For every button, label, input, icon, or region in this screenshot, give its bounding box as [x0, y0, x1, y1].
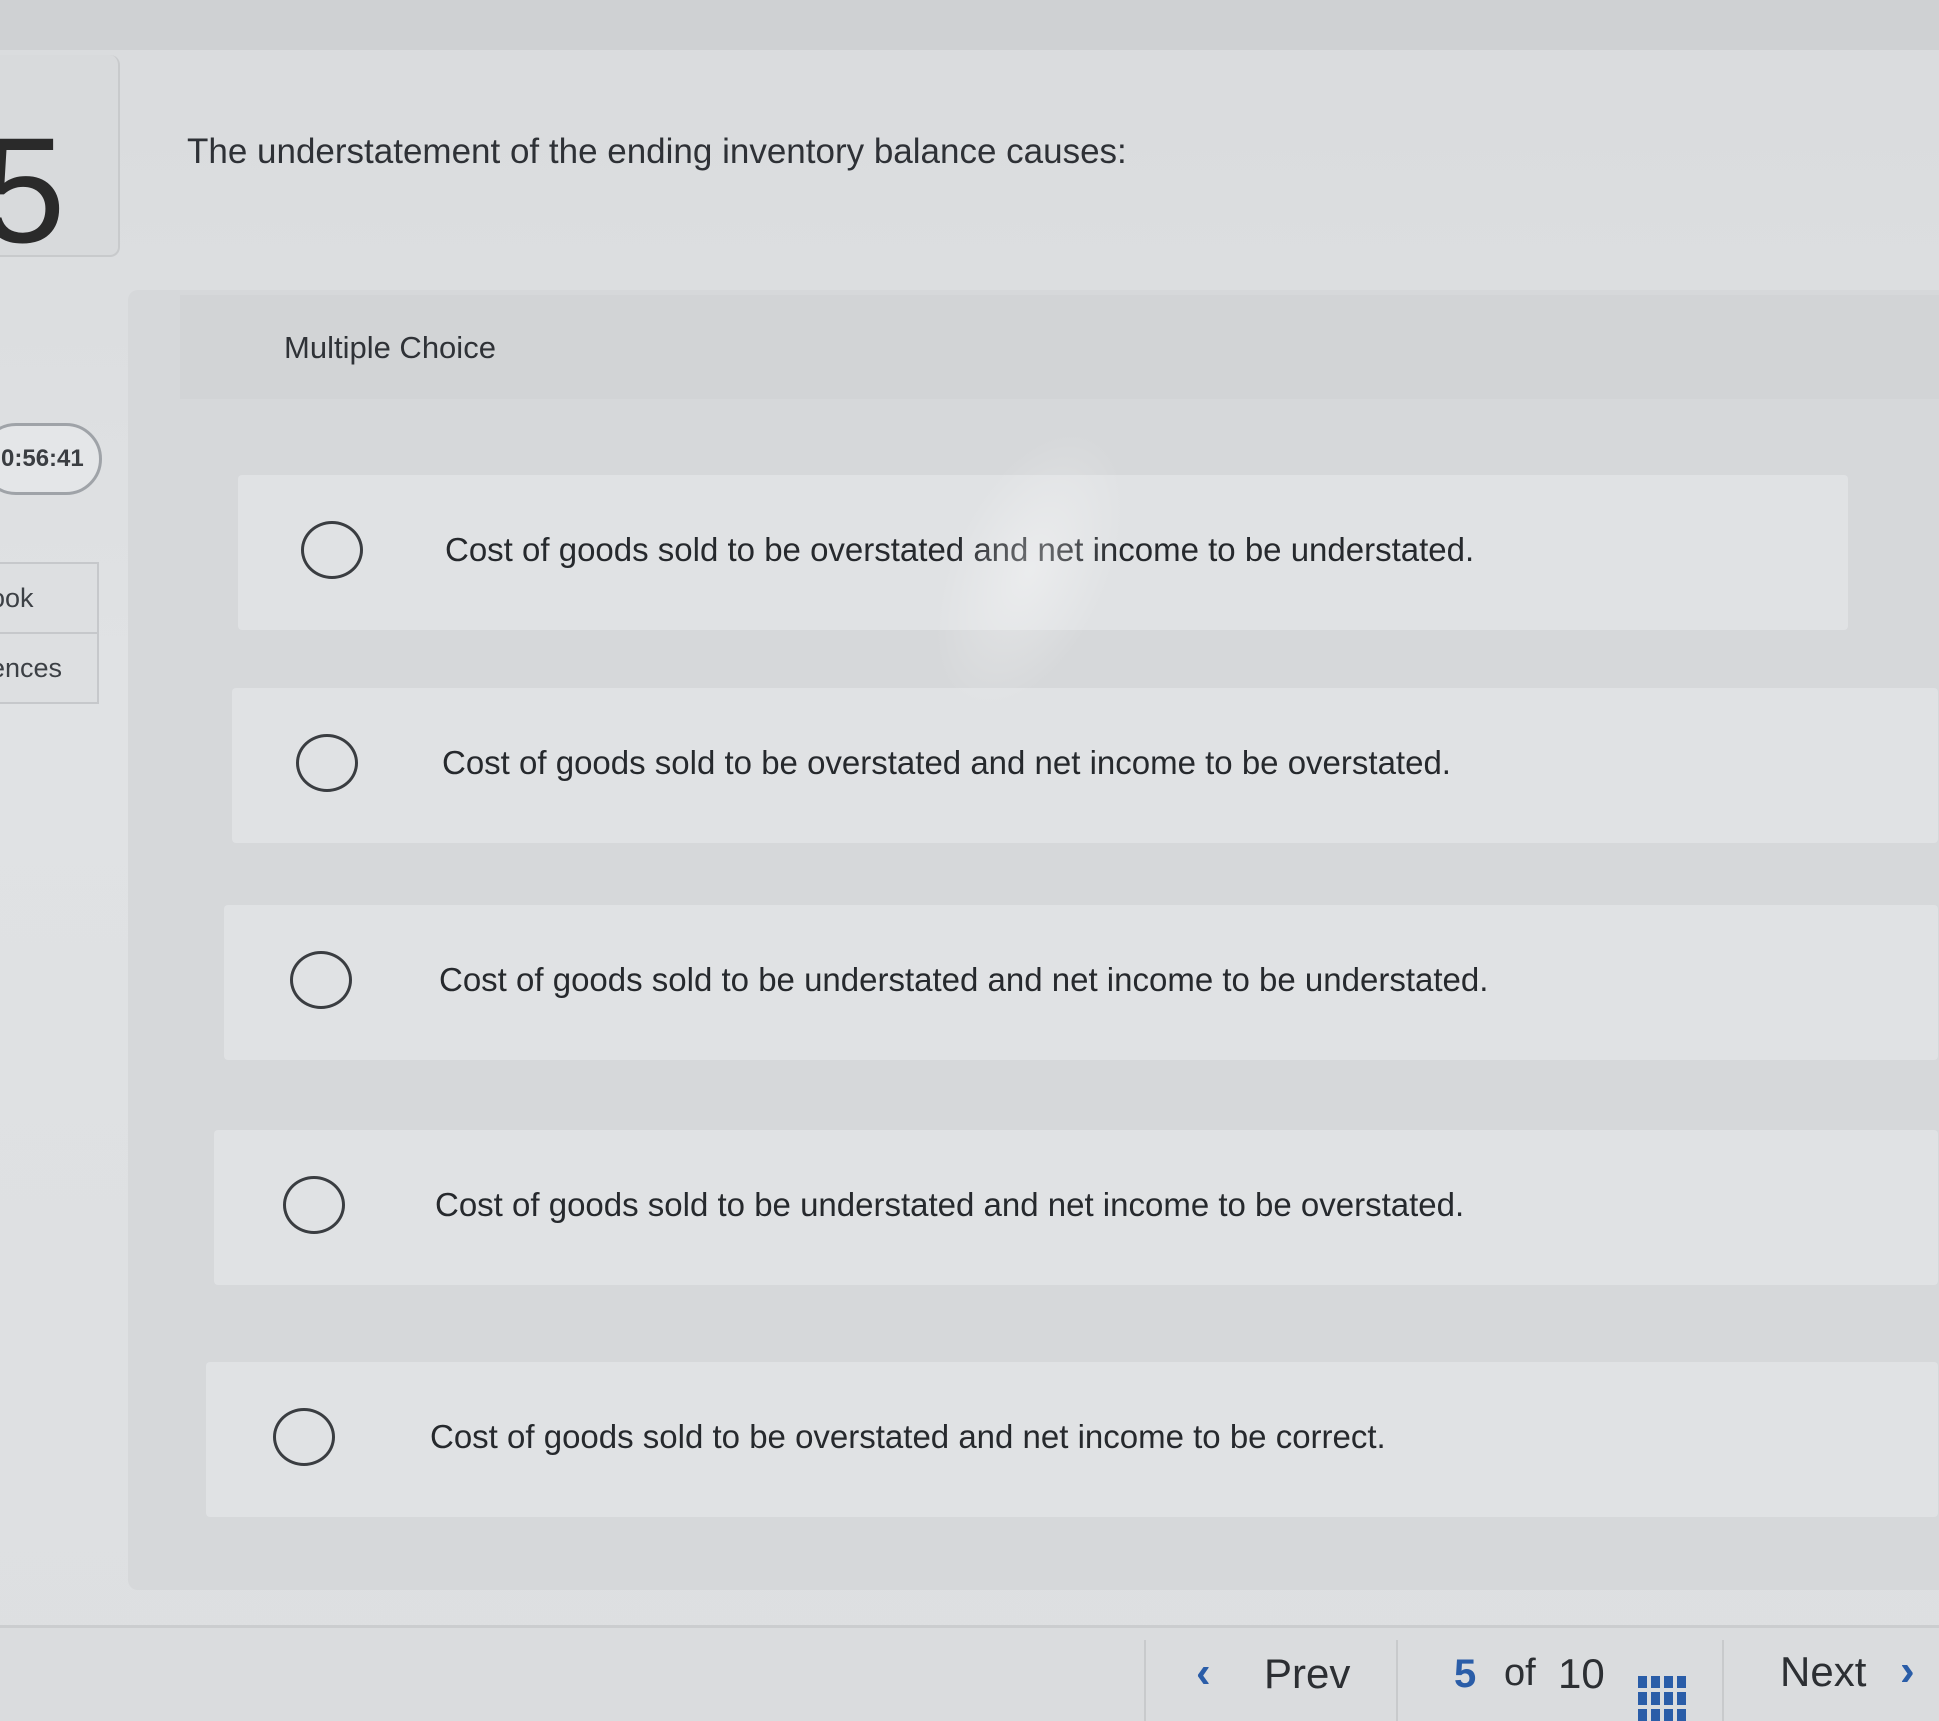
question-number-box: 5: [0, 55, 120, 265]
option-text: Cost of goods sold to be overstated and …: [442, 743, 1451, 781]
question-text: The understatement of the ending invento…: [187, 132, 1127, 171]
option-text: Cost of goods sold to be overstated and …: [430, 1417, 1386, 1455]
current-page: 5: [1454, 1652, 1477, 1696]
side-tab-references[interactable]: ences: [0, 634, 97, 702]
radio-button[interactable]: [273, 1407, 335, 1466]
next-label: Next: [1780, 1648, 1867, 1695]
side-tab-ebook[interactable]: ook: [0, 564, 97, 634]
side-tabs: ook ences: [0, 562, 99, 704]
option-4[interactable]: Cost of goods sold to be understated and…: [214, 1130, 1938, 1285]
top-strip: [0, 0, 1939, 50]
chevron-right-icon: ›: [1900, 1646, 1915, 1695]
option-5[interactable]: Cost of goods sold to be overstated and …: [206, 1362, 1938, 1517]
option-text: Cost of goods sold to be understated and…: [435, 1185, 1465, 1223]
radio-button[interactable]: [301, 520, 363, 579]
option-2[interactable]: Cost of goods sold to be overstated and …: [232, 688, 1938, 843]
radio-button[interactable]: [290, 950, 352, 1009]
next-button[interactable]: Next ›: [1722, 1640, 1939, 1721]
chevron-left-icon: ‹: [1196, 1648, 1211, 1697]
section-label: Multiple Choice: [284, 330, 496, 365]
question-grid-icon[interactable]: [1638, 1676, 1686, 1721]
quiz-page: 5 The understatement of the ending inven…: [0, 0, 1939, 1721]
radio-button[interactable]: [283, 1175, 345, 1234]
of-label: of: [1504, 1652, 1536, 1694]
option-1[interactable]: Cost of goods sold to be overstated and …: [238, 475, 1848, 630]
total-pages: 10: [1558, 1650, 1605, 1697]
prev-label: Prev: [1264, 1650, 1351, 1697]
option-text: Cost of goods sold to be overstated and …: [445, 530, 1475, 568]
option-3[interactable]: Cost of goods sold to be understated and…: [224, 905, 1938, 1060]
option-text: Cost of goods sold to be understated and…: [439, 960, 1489, 998]
question-number: 5: [0, 106, 66, 274]
prev-button[interactable]: ‹ Prev: [1144, 1640, 1396, 1721]
timer-badge[interactable]: 0:56:41: [0, 423, 102, 495]
radio-button[interactable]: [296, 733, 358, 792]
